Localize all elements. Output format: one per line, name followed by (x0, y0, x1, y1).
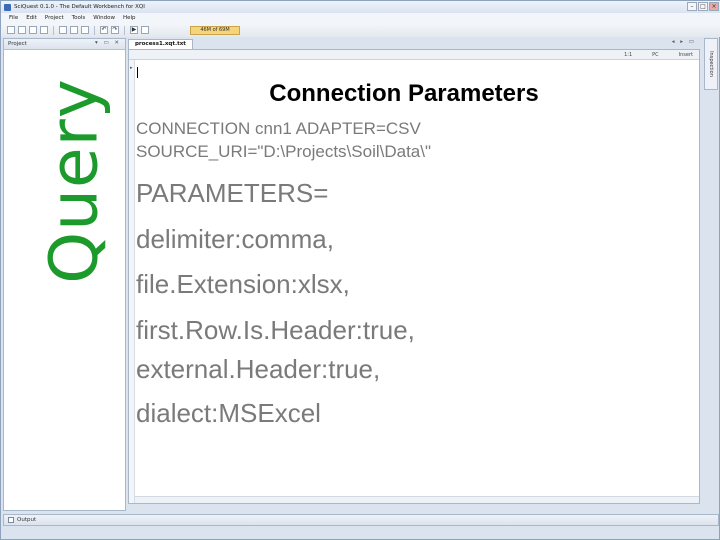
paste-icon[interactable] (81, 26, 89, 34)
code-line: external.Header:true, (136, 354, 381, 384)
inspection-tab-label: Inspection (708, 51, 714, 77)
slide-title: Connection Parameters (269, 80, 539, 107)
menu-tools[interactable]: Tools (72, 15, 86, 21)
menu-help[interactable]: Help (123, 15, 136, 21)
output-bar[interactable]: Output (3, 514, 719, 526)
toolbar-separator (124, 25, 125, 35)
app-window: SciQuest 0.1.0 - The Default Workbench f… (0, 0, 720, 540)
output-label: Output (17, 517, 37, 523)
line-ending-mode: PC (652, 51, 659, 58)
panel-tools-icon[interactable]: ▾ ▭ ✕ (95, 40, 121, 46)
editor-status-bar: 1:1 PC Insert (129, 50, 699, 60)
window-controls: – □ × (687, 2, 719, 11)
cursor-position: 1:1 (624, 51, 633, 58)
redo-icon[interactable]: ↷ (111, 26, 119, 34)
code-line: delimiter:comma, (136, 224, 334, 254)
source-uri-line: SOURCE_URI="D:\Projects\Soil\Data\" (136, 142, 432, 161)
query-watermark-text: Query (35, 78, 113, 284)
new-file-icon[interactable] (7, 26, 15, 34)
text-caret (137, 67, 138, 78)
menu-project[interactable]: Project (45, 15, 64, 21)
window-title: SciQuest 0.1.0 - The Default Workbench f… (14, 4, 145, 10)
insert-mode: Insert (678, 51, 693, 58)
toolbar-separator (53, 25, 54, 35)
code-line: first.Row.Is.Header:true, (136, 315, 415, 345)
minimize-button[interactable]: – (687, 2, 697, 11)
title-bar: SciQuest 0.1.0 - The Default Workbench f… (1, 1, 720, 13)
build-icon[interactable] (141, 26, 149, 34)
menu-window[interactable]: Window (93, 15, 115, 21)
connection-line: CONNECTION cnn1 ADAPTER=CSV (136, 119, 421, 138)
maximize-button[interactable]: □ (698, 2, 708, 11)
open-folder-icon[interactable] (18, 26, 26, 34)
code-line: dialect:MSExcel (136, 398, 321, 428)
editor-tab-strip: process1.xqt.txt ◂ ▸ ▭ (128, 38, 700, 49)
menu-file[interactable]: File (9, 15, 18, 21)
tab-process1[interactable]: process1.xqt.txt (128, 39, 193, 49)
menu-edit[interactable]: Edit (26, 15, 37, 21)
inspection-tab[interactable]: Inspection (704, 38, 718, 90)
cut-icon[interactable] (59, 26, 67, 34)
save-all-icon[interactable] (40, 26, 48, 34)
close-button[interactable]: × (709, 2, 719, 11)
fold-arrow-icon[interactable]: ▸ (130, 65, 133, 71)
code-line: file.Extension:xlsx, (136, 269, 350, 299)
horizontal-scrollbar[interactable] (135, 496, 699, 503)
toolbar-separator (94, 25, 95, 35)
project-panel: Project ▾ ▭ ✕ Query (3, 38, 126, 511)
output-icon (8, 517, 14, 523)
code-editor[interactable]: 1:1 PC Insert ▸ Connection Parameters CO… (128, 49, 700, 504)
code-line: PARAMETERS= (136, 178, 329, 208)
toolbar: ↶ ↷ ▶ 46M of 69M (1, 23, 720, 37)
undo-icon[interactable]: ↶ (100, 26, 108, 34)
copy-icon[interactable] (70, 26, 78, 34)
run-icon[interactable]: ▶ (130, 26, 138, 34)
editor-gutter: ▸ (129, 60, 135, 503)
menu-bar: File Edit Project Tools Window Help (1, 13, 720, 23)
query-watermark: Query (24, 47, 124, 315)
tab-tools-icon[interactable]: ◂ ▸ ▭ (672, 39, 696, 45)
memory-indicator[interactable]: 46M of 69M (190, 25, 240, 35)
save-icon[interactable] (29, 26, 37, 34)
app-icon (4, 3, 11, 11)
